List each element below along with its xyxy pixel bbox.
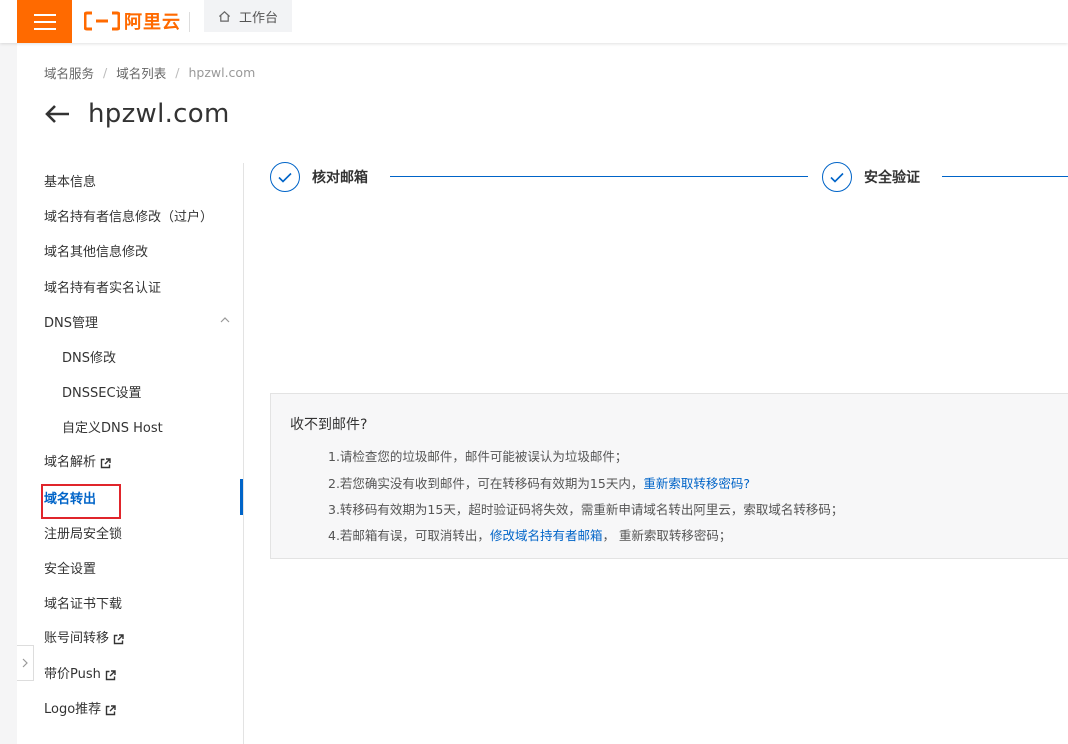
chevron-right-icon xyxy=(22,658,28,668)
sidebar-item-priced-push[interactable]: 带价Push xyxy=(44,665,116,685)
sidebar-item-label: DNS修改 xyxy=(62,351,116,366)
step-done-circle xyxy=(822,162,852,192)
sidebar-item-label: 域名其他信息修改 xyxy=(44,245,149,260)
resend-transfer-code-link[interactable]: 重新索取转移密码? xyxy=(643,476,750,491)
header-divider xyxy=(189,12,190,32)
sidebar-item-dns-management[interactable]: DNS管理 xyxy=(44,314,98,334)
sidebar-item-label: 账号间转移 xyxy=(44,631,110,646)
sidebar-item-label: Logo推荐 xyxy=(44,702,102,717)
step-done-circle xyxy=(270,162,300,192)
sidebar-item-owner-change[interactable]: 域名持有者信息修改（过户） xyxy=(44,208,213,228)
help-line: 1.请检查您的垃圾邮件，邮件可能被误认为垃圾邮件； xyxy=(328,446,627,465)
sidebar-item-account-transfer[interactable]: 账号间转移 xyxy=(44,629,124,649)
sidebar-item-label: 注册局安全锁 xyxy=(44,527,123,542)
sidebar-item-domain-resolve[interactable]: 域名解析 xyxy=(44,453,111,473)
breadcrumb-separator: / xyxy=(103,65,108,80)
sidebar-item-label: DNS管理 xyxy=(44,316,98,331)
sidebar-item-label: 自定义DNS Host xyxy=(62,421,163,436)
title-row: hpzwl.com xyxy=(44,99,230,129)
check-icon xyxy=(278,172,292,183)
sidebar-item-label: 域名持有者实名认证 xyxy=(44,281,162,296)
step-connector xyxy=(390,176,808,177)
sidebar-item-label: 基本信息 xyxy=(44,175,97,190)
sidebar-nav: 基本信息 域名持有者信息修改（过户） 域名其他信息修改 域名持有者实名认证 DN… xyxy=(17,163,244,744)
sidebar-item-basic-info[interactable]: 基本信息 xyxy=(44,173,96,193)
aliyun-logo-icon xyxy=(84,11,120,31)
highlight-annotation-box xyxy=(41,484,121,519)
sidebar-item-security-settings[interactable]: 安全设置 xyxy=(44,560,96,580)
external-link-icon xyxy=(113,633,124,644)
workbench-label: 工作台 xyxy=(239,10,279,26)
breadcrumb-item-current: hpzwl.com xyxy=(188,65,256,80)
breadcrumb: 域名服务 / 域名列表 / hpzwl.com xyxy=(44,63,255,82)
step-security-check: 安全验证 xyxy=(822,162,920,192)
modify-owner-email-link[interactable]: 修改域名持有者邮箱 xyxy=(490,528,603,543)
breadcrumb-item-domain-service[interactable]: 域名服务 xyxy=(44,63,94,82)
sidebar-item-logo-recommend[interactable]: Logo推荐 xyxy=(44,700,116,720)
check-icon xyxy=(830,172,844,183)
sidebar-item-label: 域名持有者信息修改（过户） xyxy=(44,210,214,225)
breadcrumb-separator: / xyxy=(175,65,180,80)
logo-text: 阿里云 xyxy=(124,12,181,33)
sidebar-item-dnssec[interactable]: DNSSEC设置 xyxy=(62,384,142,404)
sidebar-collapse-toggle[interactable] xyxy=(17,645,34,681)
sidebar-item-label: DNSSEC设置 xyxy=(62,386,142,401)
hamburger-icon xyxy=(33,13,56,30)
top-bar: 阿里云 工作台 xyxy=(0,0,1068,43)
help-text: 4.若邮箱有误，可取消转出， xyxy=(328,528,490,543)
sidebar-item-label: 安全设置 xyxy=(44,562,97,577)
breadcrumb-item-domain-list[interactable]: 域名列表 xyxy=(116,63,166,82)
external-link-icon xyxy=(100,457,111,468)
active-indicator xyxy=(240,479,243,515)
email-help-box: 收不到邮件? 1.请检查您的垃圾邮件，邮件可能被误认为垃圾邮件； 2.若您确实没… xyxy=(270,393,1068,559)
main-content: 域名服务 / 域名列表 / hpzwl.com hpzwl.com 基本信息 域… xyxy=(17,43,1068,744)
sidebar-item-custom-dns-host[interactable]: 自定义DNS Host xyxy=(62,419,163,439)
back-arrow-icon[interactable] xyxy=(44,104,70,124)
help-text: 1.请检查您的垃圾邮件，邮件可能被误认为垃圾邮件； xyxy=(328,449,628,464)
sidebar-item-dns-modify[interactable]: DNS修改 xyxy=(62,349,116,369)
help-text: 3.转移码有效期为15天，超时验证码将失效，需重新申请域名转出阿里云，索取域名转… xyxy=(328,502,844,517)
help-line: 2.若您确实没有收到邮件，可在转移码有效期为15天内，重新索取转移密码? xyxy=(328,473,750,492)
sidebar-item-realname-auth[interactable]: 域名持有者实名认证 xyxy=(44,279,161,299)
external-link-icon xyxy=(105,669,116,680)
sidebar-item-registry-lock[interactable]: 注册局安全锁 xyxy=(44,525,122,545)
step-label: 安全验证 xyxy=(864,170,920,186)
sidebar-item-other-info[interactable]: 域名其他信息修改 xyxy=(44,243,148,263)
sidebar-item-label: 带价Push xyxy=(44,667,101,682)
help-text: ， 重新索取转移密码； xyxy=(602,528,732,543)
menu-button[interactable] xyxy=(17,0,72,43)
sidebar-item-label: 域名证书下载 xyxy=(44,597,123,612)
external-link-icon xyxy=(105,704,116,715)
aliyun-logo[interactable]: 阿里云 xyxy=(84,4,181,38)
home-icon xyxy=(218,10,231,22)
step-label: 核对邮箱 xyxy=(312,170,368,186)
help-line: 4.若邮箱有误，可取消转出，修改域名持有者邮箱， 重新索取转移密码； xyxy=(328,525,731,544)
sidebar-item-cert-download[interactable]: 域名证书下载 xyxy=(44,595,122,615)
step-connector xyxy=(942,176,1068,177)
workbench-button[interactable]: 工作台 xyxy=(204,0,293,32)
help-line: 3.转移码有效期为15天，超时验证码将失效，需重新申请域名转出阿里云，索取域名转… xyxy=(328,499,843,518)
chevron-up-icon[interactable] xyxy=(220,317,230,323)
sidebar-item-label: 域名解析 xyxy=(44,455,97,470)
help-title: 收不到邮件? xyxy=(290,417,368,433)
page-title: hpzwl.com xyxy=(88,99,230,129)
help-text: 2.若您确实没有收到邮件，可在转移码有效期为15天内， xyxy=(328,476,644,491)
step-verify-email: 核对邮箱 xyxy=(270,162,368,192)
